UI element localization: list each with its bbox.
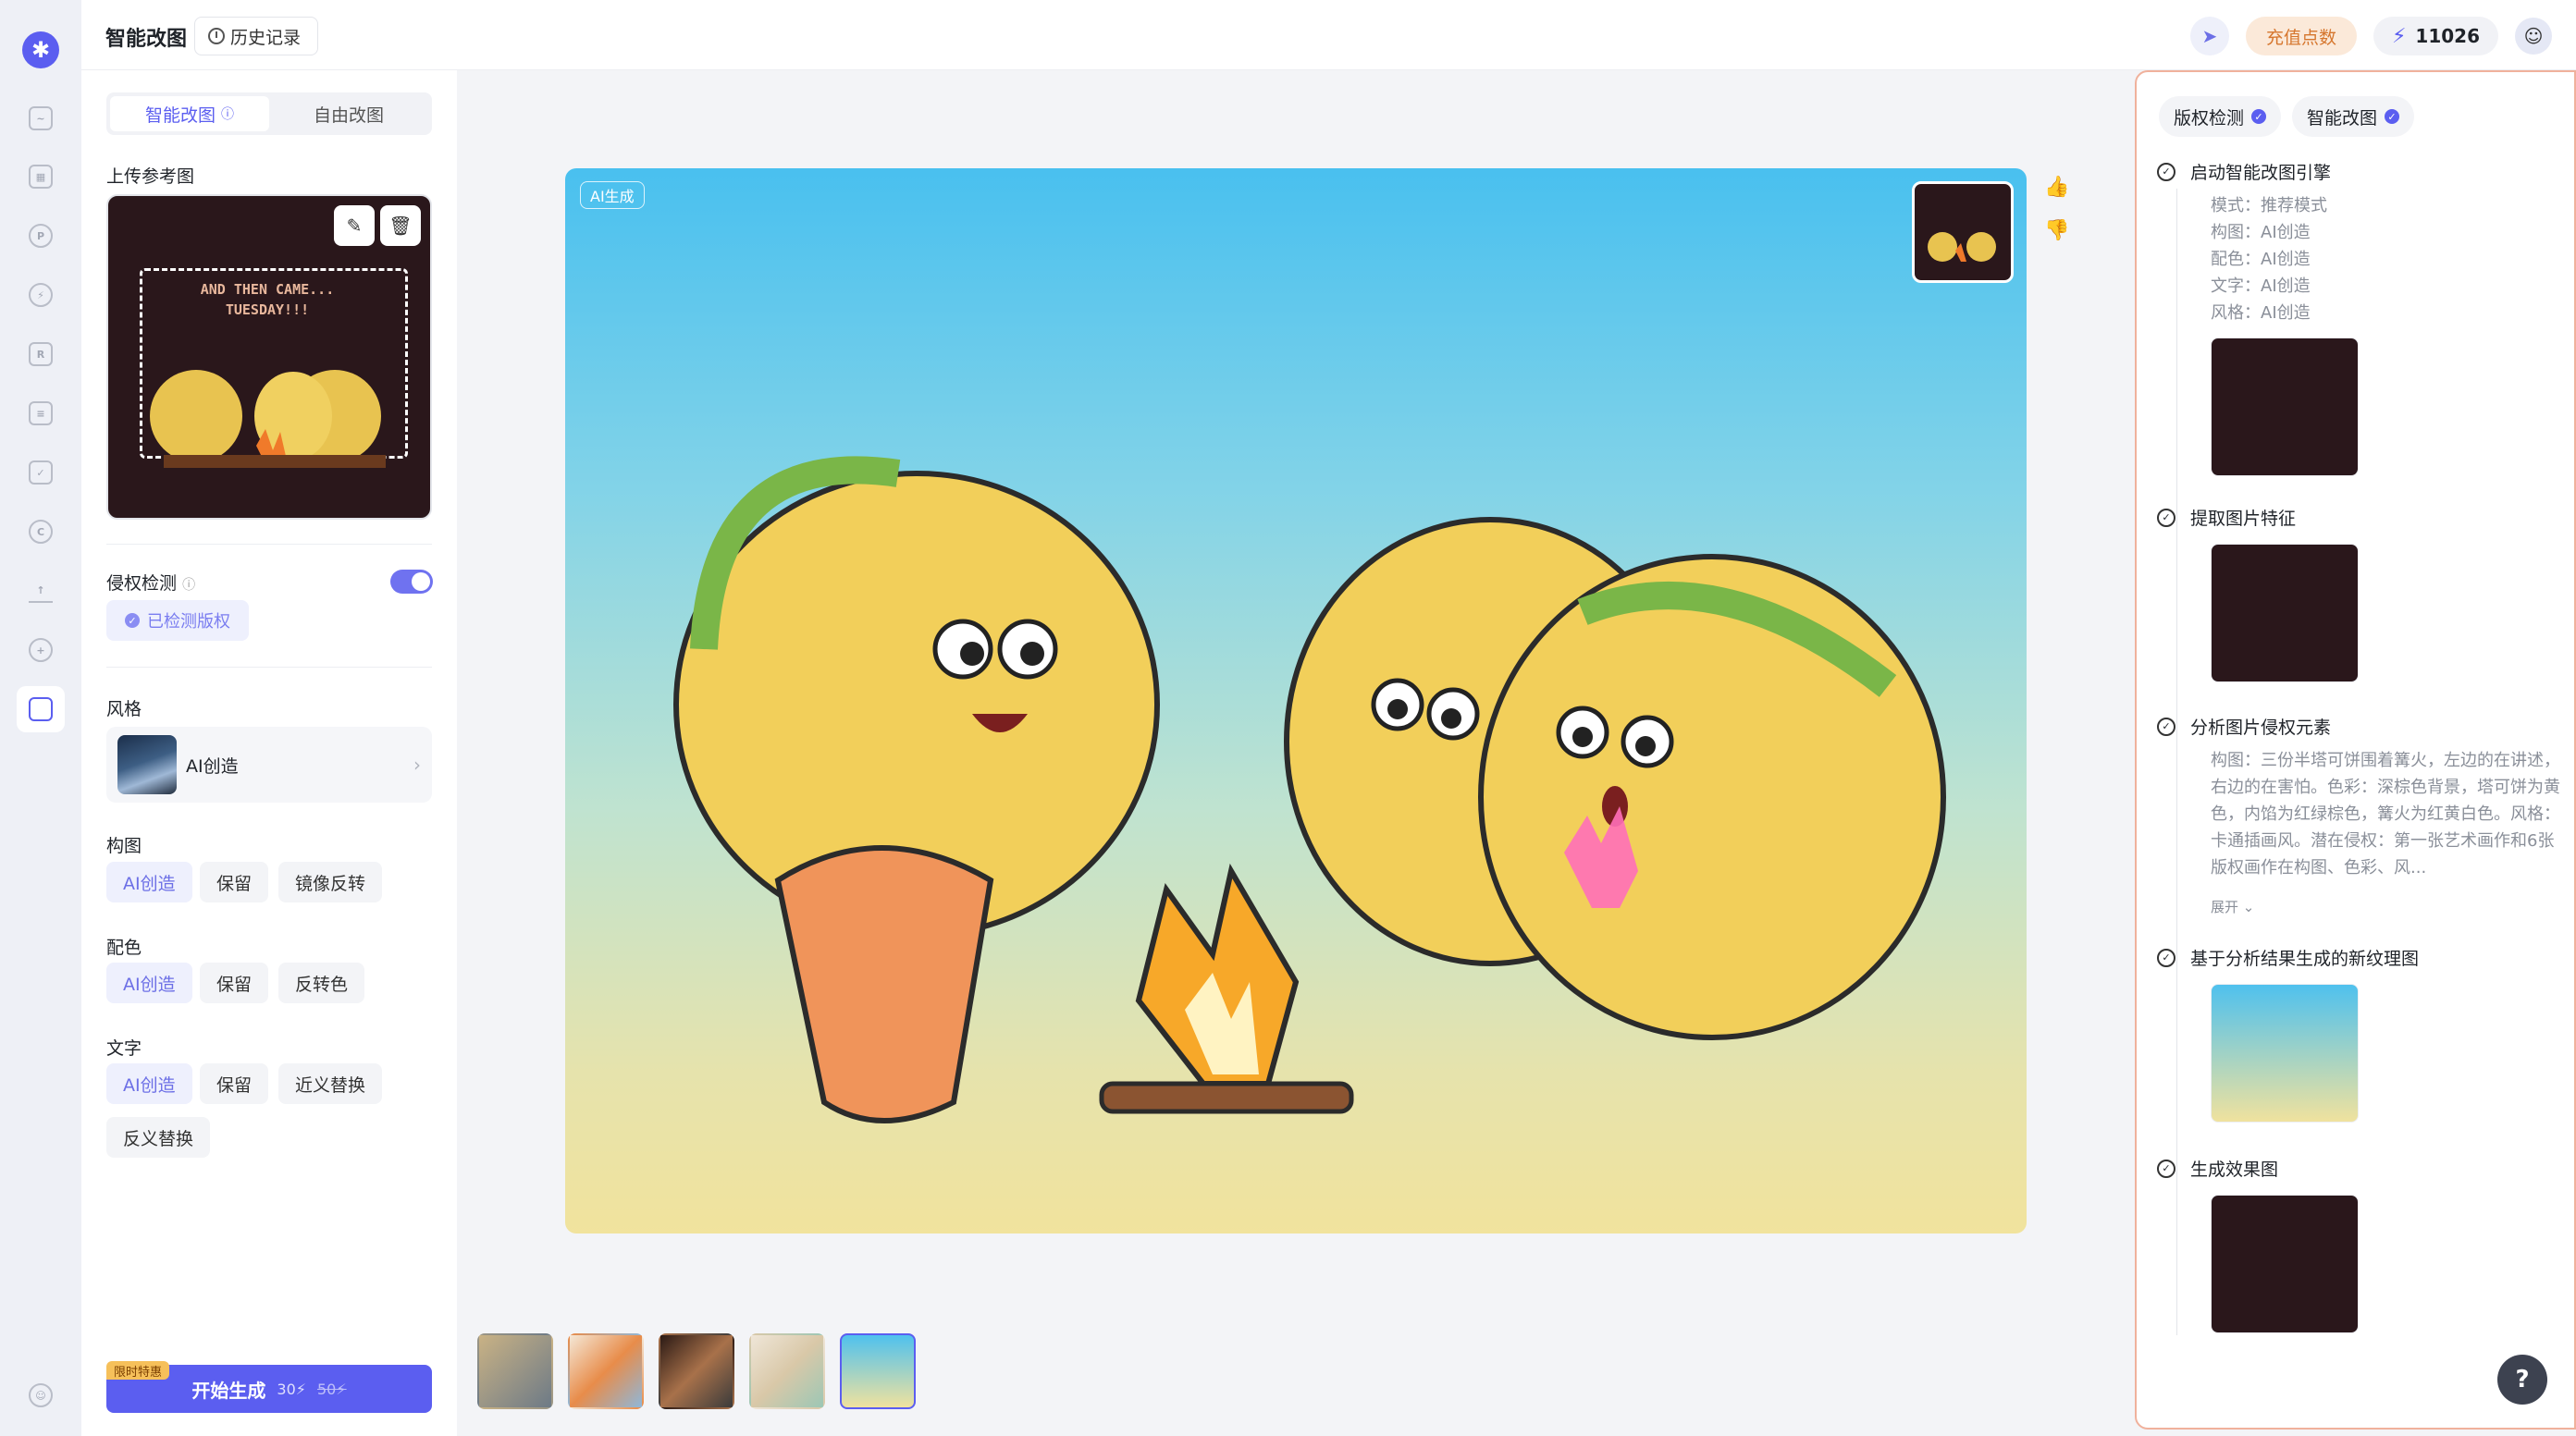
check-circle-icon: ✓ [2157,1159,2175,1178]
feedback-icons: 👍 👎 [2044,176,2069,242]
text-label: 文字 [106,1038,142,1059]
tab-smart-edit[interactable]: 智能改图 ⓘ [110,96,269,131]
check-icon: ✓ [2385,109,2400,124]
info-icon: ⓘ [221,107,235,122]
mode-tabs: 智能改图 ⓘ 自由改图 [106,92,432,135]
app-logo-icon[interactable]: ✱ [22,31,59,68]
step-extract-features: ✓ 提取图片特征 [2157,505,2296,530]
infringement-toggle[interactable] [390,570,433,594]
send-icon[interactable]: ➤ [2189,17,2229,55]
color-invert-option[interactable]: 反转色 [278,963,365,1003]
history-thumbnail-selected[interactable] [840,1333,916,1409]
apps-icon[interactable]: ▦ [29,165,53,189]
original-mini-thumbnail[interactable] [1912,181,2014,283]
smart-edit-icon[interactable] [17,686,65,732]
text-antonym-option[interactable]: 反义替换 [106,1117,211,1158]
history-thumbnail[interactable] [749,1333,825,1409]
result-canvas[interactable]: AI生成 [565,168,2027,1233]
text-synonym-option[interactable]: 近义替换 [278,1063,383,1104]
style-value: AI创造 [186,755,239,777]
icon-rail: ✱ ~ ▦ P ⚡ R ≡ ✓ C ↑ + ☺ [0,0,81,1436]
text-keep-option[interactable]: 保留 [200,1063,269,1104]
composition-label: 构图 [106,836,142,856]
promo-badge: 限时特惠 [106,1361,170,1380]
check-icon: ✓ [2251,109,2267,124]
step-new-texture: ✓ 基于分析结果生成的新纹理图 [2157,945,2419,970]
composition-keep-option[interactable]: 保留 [200,862,269,902]
bolt-icon[interactable]: ⚡ [29,283,53,307]
history-thumbnail[interactable] [659,1333,734,1409]
style-label: 风格 [106,699,142,719]
style-thumbnail [117,735,177,794]
recharge-button[interactable]: 充值点数 [2245,17,2357,55]
style-selector[interactable]: AI创造 › [106,727,432,803]
user-icon[interactable]: ☺ [29,1383,53,1407]
tab-free-edit[interactable]: 自由改图 [269,96,428,131]
analysis-panel: 版权检测 ✓ 智能改图 ✓ ✓ 启动智能改图引擎 模式：推荐模式 构图：AI创造 配色… [2135,70,2576,1430]
chevron-right-icon: › [413,754,421,776]
shield-icon[interactable]: ✓ [29,460,53,485]
clock-icon [208,28,225,44]
search-icon[interactable]: + [29,638,53,662]
reference-image[interactable]: ✎ 🗑 AND THEN CAME... TUESDAY!!! [106,194,432,520]
check-circle-icon: ✓ [2157,508,2175,527]
step-final-result: ✓ 生成效果图 [2157,1156,2278,1181]
help-button[interactable]: ? [2497,1355,2547,1405]
step-details: 模式：推荐模式 构图：AI创造 配色：AI创造 文字：AI创造 风格：AI创造 [2211,196,2327,323]
text-ai-option[interactable]: AI创造 [106,1063,192,1104]
ai-generated-badge: AI生成 [580,181,645,209]
history-button[interactable]: 历史记录 [194,17,319,55]
check-icon: ✓ [125,613,140,628]
check-circle-icon: ✓ [2157,717,2175,736]
points-value: 11026 [2415,25,2480,47]
r-icon[interactable]: R [29,342,53,366]
expand-link[interactable]: 展开 ⌄ [2211,897,2254,916]
tab-smart-edit-result[interactable]: 智能改图 ✓ [2292,96,2415,137]
history-label: 历史记录 [230,27,302,48]
step-image-original[interactable] [2211,338,2359,476]
upload-icon[interactable]: ↑ [29,579,53,603]
composition-ai-option[interactable]: AI创造 [106,862,192,902]
reference-artwork [150,370,386,468]
thumbs-up-icon[interactable]: 👍 [2044,176,2069,199]
chart-icon[interactable]: ~ [29,106,53,130]
detected-copyright-badge[interactable]: ✓ 已检测版权 [106,600,249,641]
p-icon[interactable]: P [29,224,53,248]
cost-current: 30⚡ [277,1380,306,1398]
document-icon[interactable]: ≡ [29,401,53,425]
tab-copyright-check[interactable]: 版权检测 ✓ [2159,96,2282,137]
bolt-icon: ⚡ [2391,24,2407,48]
history-thumbnail[interactable] [568,1333,644,1409]
composition-mirror-option[interactable]: 镜像反转 [278,862,383,902]
cost-old: 50⚡ [317,1380,347,1398]
color-label: 配色 [106,938,142,958]
color-ai-option[interactable]: AI创造 [106,963,192,1003]
step-image-final[interactable] [2211,1195,2359,1333]
history-thumbnails [477,1333,916,1409]
left-panel: 智能改图 ⓘ 自由改图 上传参考图 ✎ 🗑 AND THEN CAME... T… [81,70,457,1436]
step-analyze-infringement: ✓ 分析图片侵权元素 [2157,714,2331,739]
top-bar: 智能改图 历史记录 ➤ 充值点数 ⚡ 11026 ☺ [81,0,2576,70]
copyright-icon[interactable]: C [29,520,53,544]
points-badge[interactable]: ⚡ 11026 [2373,17,2498,55]
step-image-features[interactable] [2211,544,2359,682]
analysis-text: 构图：三份半塔可饼围着篝火，左边的在讲述，右边的在害怕。色彩：深棕色背景，塔可饼… [2211,751,2560,878]
avatar[interactable]: ☺ [2515,18,2552,55]
info-icon: ⓘ [182,578,196,593]
generated-artwork [673,456,1946,1123]
upload-label: 上传参考图 [106,166,195,187]
check-circle-icon: ✓ [2157,948,2175,967]
page-title: 智能改图 [105,28,188,51]
step-start-engine: ✓ 启动智能改图引擎 [2157,159,2331,184]
infringement-label: 侵权检测 ⓘ [106,573,196,594]
step-image-texture[interactable] [2211,984,2359,1123]
color-keep-option[interactable]: 保留 [200,963,269,1003]
history-thumbnail[interactable] [477,1333,553,1409]
check-circle-icon: ✓ [2157,162,2175,181]
thumbs-down-icon[interactable]: 👎 [2044,219,2069,242]
mini-thumbnail-art [1928,232,1996,262]
